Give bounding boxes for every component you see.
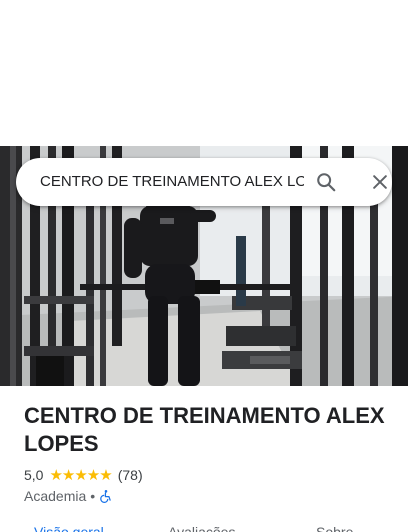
- tab-about[interactable]: Sobre: [316, 524, 353, 532]
- search-bar[interactable]: CENTRO DE TREINAMENTO ALEX LOPES: [16, 158, 392, 206]
- close-icon[interactable]: [366, 168, 394, 196]
- place-tabs: Visão geral Avaliações Sobre: [0, 522, 408, 532]
- search-input[interactable]: CENTRO DE TREINAMENTO ALEX LOPES: [40, 158, 304, 206]
- wheelchair-icon: [99, 489, 113, 503]
- star-rating-icon: ★★★★★: [49, 466, 112, 484]
- tab-overview[interactable]: Visão geral: [34, 524, 104, 532]
- rating-row[interactable]: 5,0 ★★★★★ (78): [24, 466, 143, 484]
- rating-value: 5,0: [24, 467, 44, 483]
- search-icon[interactable]: [312, 168, 340, 196]
- blank-area: [0, 0, 408, 146]
- tab-reviews[interactable]: Avaliações: [168, 524, 235, 532]
- category-label[interactable]: Academia: [24, 488, 86, 504]
- stars-glyphs: ★★★★★: [49, 466, 112, 484]
- separator-dot: •: [90, 488, 96, 504]
- review-count[interactable]: (78): [118, 467, 143, 483]
- category-row: Academia •: [24, 487, 113, 505]
- place-title: CENTRO DE TREINAMENTO ALEX LOPES: [24, 403, 385, 456]
